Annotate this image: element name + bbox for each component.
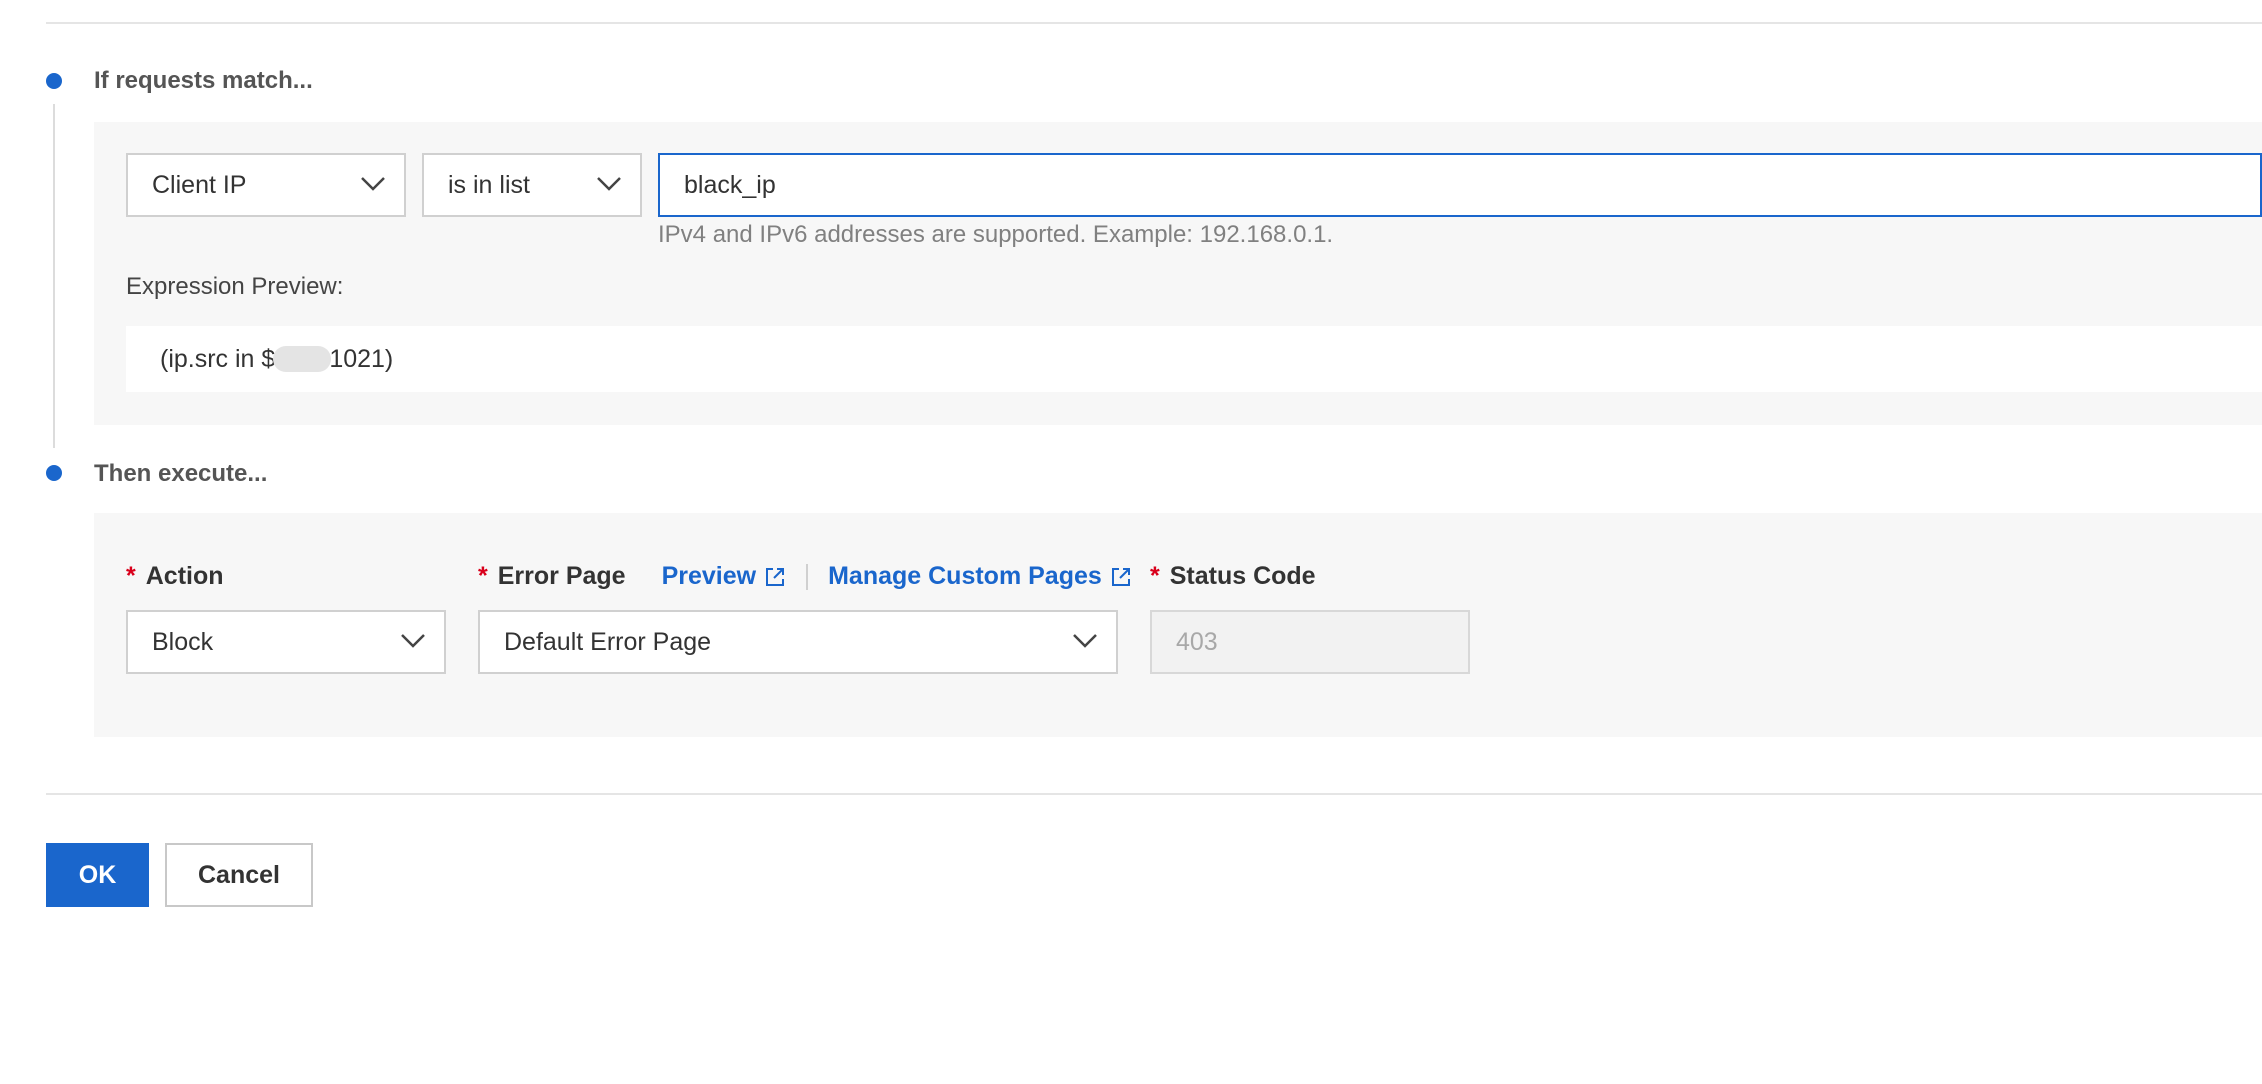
status-code-label: * Status Code <box>1150 562 1316 591</box>
error-page-label-text: Error Page <box>497 562 626 590</box>
step-dot-icon <box>46 465 62 481</box>
match-step-title: If requests match... <box>94 67 313 94</box>
expression-preview-suffix: 1021) <box>329 344 394 373</box>
required-mark: * <box>478 562 488 590</box>
operator-select-value: is in list <box>448 170 530 199</box>
manage-custom-pages-link[interactable]: Manage Custom Pages <box>828 562 1132 591</box>
chevron-down-icon <box>1073 634 1097 648</box>
timeline-line <box>53 104 55 448</box>
status-code-label-text: Status Code <box>1169 562 1316 590</box>
expression-preview-prefix: (ip.src in $ <box>160 344 276 373</box>
ip-list-input[interactable]: black_ip <box>658 153 2262 217</box>
top-divider <box>46 22 2262 24</box>
bottom-divider <box>46 793 2262 795</box>
expression-preview-label: Expression Preview: <box>126 273 344 300</box>
ip-help-text: IPv4 and IPv6 addresses are supported. E… <box>658 221 1334 248</box>
field-select-value: Client IP <box>152 170 247 199</box>
chevron-down-icon <box>401 634 425 648</box>
field-select[interactable]: Client IP <box>126 153 406 217</box>
operator-select[interactable]: is in list <box>422 153 642 217</box>
status-code-value: 403 <box>1176 627 1218 656</box>
action-label: * Action <box>126 562 224 591</box>
cancel-button[interactable]: Cancel <box>165 843 313 907</box>
redacted-blur <box>273 346 332 372</box>
execute-step-title: Then execute... <box>94 460 268 487</box>
required-mark: * <box>126 562 136 590</box>
ip-list-input-value: black_ip <box>684 170 776 199</box>
ok-button-label: OK <box>78 860 117 889</box>
required-mark: * <box>1150 562 1160 590</box>
error-page-select[interactable]: Default Error Page <box>478 610 1118 674</box>
external-link-icon <box>1111 567 1130 586</box>
cancel-button-label: Cancel <box>198 860 280 889</box>
external-link-icon <box>766 567 785 586</box>
action-label-text: Action <box>145 562 224 590</box>
manage-custom-pages-text: Manage Custom Pages <box>828 562 1102 590</box>
error-page-label: * Error Page Preview Manage Custom Pages <box>478 562 1132 591</box>
status-code-input: 403 <box>1150 610 1470 674</box>
action-select-value: Block <box>152 627 214 656</box>
expression-preview-box: (ip.src in $ 1021) <box>126 326 2262 392</box>
link-separator <box>806 563 809 590</box>
preview-link[interactable]: Preview <box>662 562 787 591</box>
step-dot-icon <box>46 73 62 89</box>
error-page-select-value: Default Error Page <box>504 627 712 656</box>
ok-button[interactable]: OK <box>46 843 149 907</box>
action-select[interactable]: Block <box>126 610 446 674</box>
preview-link-text: Preview <box>661 562 757 590</box>
chevron-down-icon <box>361 177 385 191</box>
chevron-down-icon <box>597 177 621 191</box>
